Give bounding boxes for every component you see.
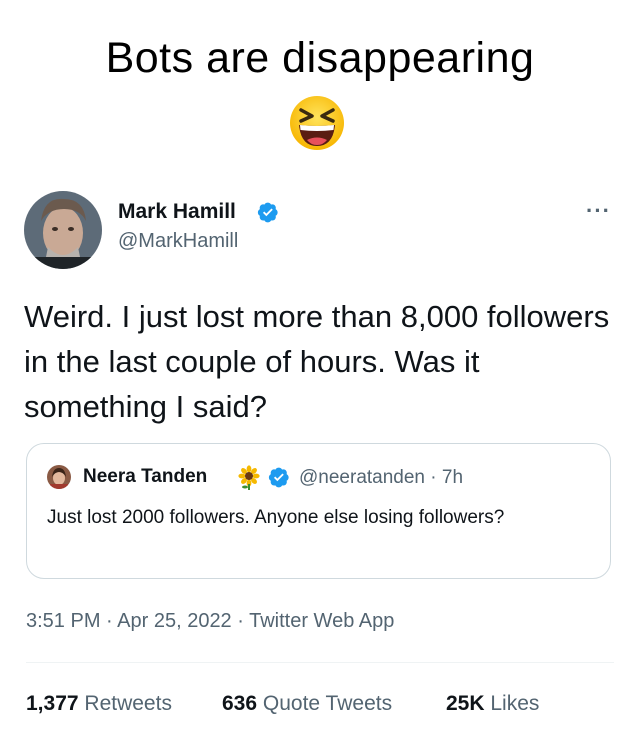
retweets-stat[interactable]: 1,377 Retweets <box>26 692 172 716</box>
author-name[interactable]: Mark Hamill <box>118 200 236 224</box>
tweet-text: Weird. I just lost more than 8,000 follo… <box>24 299 610 424</box>
quote-tweets-label: Quote Tweets <box>262 692 393 715</box>
quote-tweets-stat[interactable]: 636 Quote Tweets <box>222 692 392 716</box>
quoted-author-photo-icon <box>47 465 71 489</box>
author-photo-icon <box>24 191 102 269</box>
likes-count: 25K <box>446 692 485 715</box>
quoted-tweet-text: Just lost 2000 followers. Anyone else lo… <box>47 507 505 528</box>
more-options-icon[interactable]: ··· <box>586 198 611 224</box>
likes-label: Likes <box>490 692 540 715</box>
tweet-timestamp-source[interactable]: 3:51 PM · Apr 25, 2022 · Twitter Web App <box>26 610 394 633</box>
author-handle[interactable]: @MarkHamill <box>118 230 238 253</box>
divider <box>26 662 614 663</box>
retweets-count: 1,377 <box>26 692 79 715</box>
sunflower-icon <box>238 465 260 490</box>
quoted-verified-badge-icon <box>268 467 289 488</box>
likes-stat[interactable]: 25K Likes <box>446 692 539 716</box>
quoted-author-name[interactable]: Neera Tanden <box>83 466 207 488</box>
laughing-squint-emoji-icon <box>290 96 344 150</box>
quoted-tweet-card[interactable]: Neera Tanden @neeratanden · 7h Just lost… <box>26 443 611 579</box>
author-avatar[interactable] <box>24 191 102 269</box>
quoted-handle-time[interactable]: @neeratanden · 7h <box>299 467 463 489</box>
quote-tweets-count: 636 <box>222 692 258 715</box>
quoted-author-avatar[interactable] <box>47 465 71 489</box>
verified-badge-icon <box>257 202 278 223</box>
retweets-label: Retweets <box>84 692 172 715</box>
meme-caption: Bots are disappearing <box>105 34 535 82</box>
